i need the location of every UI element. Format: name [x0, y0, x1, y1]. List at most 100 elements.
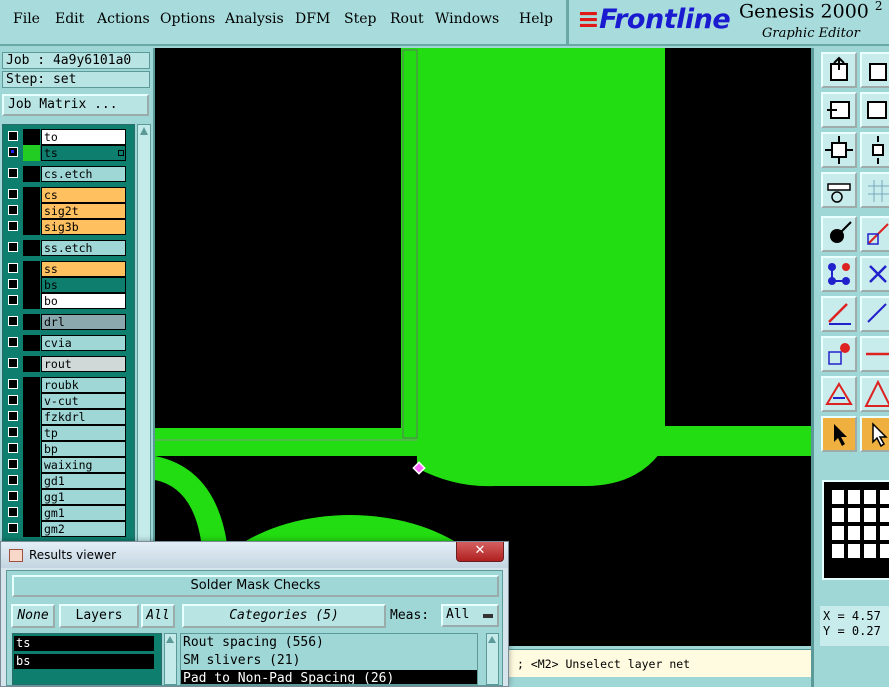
layer-checkbox[interactable] — [8, 337, 18, 347]
layer-name[interactable]: sig2t — [41, 203, 126, 219]
all-button[interactable]: All — [141, 604, 175, 628]
layer-row-gd1[interactable]: gd1 — [5, 473, 126, 489]
layer-name[interactable]: waixing — [41, 457, 126, 473]
layer-name[interactable]: sig3b — [41, 219, 126, 235]
layer-name[interactable]: bs — [41, 277, 126, 293]
layer-row-sig3b[interactable]: sig3b — [5, 219, 126, 235]
layer-color-swatch[interactable] — [23, 356, 40, 372]
layer-color-swatch[interactable] — [23, 203, 40, 219]
net-button[interactable] — [821, 256, 857, 292]
layer-list-scrollbar[interactable] — [137, 124, 151, 594]
layer-checkbox[interactable] — [8, 242, 18, 252]
results-layer-item[interactable]: ts — [14, 636, 154, 651]
layer-color-swatch[interactable] — [23, 457, 40, 473]
layer-row-gm1[interactable]: gm1 — [5, 505, 126, 521]
layer-color-swatch[interactable] — [23, 219, 40, 235]
layer-checkbox[interactable] — [8, 131, 18, 141]
menu-rout[interactable]: Rout — [390, 11, 424, 27]
results-layer-item[interactable]: bs — [14, 654, 154, 669]
results-category-item[interactable]: Pad to Non-Pad Spacing (26) — [181, 670, 477, 684]
layer-name[interactable]: cs.etch — [41, 166, 126, 182]
layer-name[interactable]: gm2 — [41, 521, 126, 537]
line-2-button[interactable] — [860, 296, 889, 332]
triangle-button[interactable] — [821, 376, 857, 412]
layer-color-swatch[interactable] — [23, 129, 40, 145]
layer-checkbox[interactable] — [8, 507, 18, 517]
layer-name[interactable]: cvia — [41, 335, 126, 351]
scroll-up-icon[interactable] — [166, 636, 174, 643]
nudge-left-button[interactable] — [821, 92, 857, 128]
layer-color-swatch[interactable] — [23, 293, 40, 309]
layer-row-fzkdrl[interactable]: fzkdrl — [5, 409, 126, 425]
layer-checkbox[interactable] — [8, 427, 18, 437]
categories-button[interactable]: Categories (5) — [182, 604, 386, 628]
results-layer-scrollbar[interactable] — [164, 633, 177, 685]
layer-row-v-cut[interactable]: v-cut — [5, 393, 126, 409]
layer-name[interactable]: roubk — [41, 377, 126, 393]
layer-name[interactable]: fzkdrl — [41, 409, 126, 425]
layer-name[interactable]: gm1 — [41, 505, 126, 521]
layer-checkbox[interactable] — [8, 205, 18, 215]
layer-row-cs.etch[interactable]: cs.etch — [5, 166, 126, 182]
layer-name[interactable]: gd1 — [41, 473, 126, 489]
layer-checkbox[interactable] — [8, 295, 18, 305]
layer-color-swatch[interactable] — [23, 409, 40, 425]
layer-color-swatch[interactable] — [23, 187, 40, 203]
layer-name[interactable]: ss.etch — [41, 240, 126, 256]
layer-color-swatch[interactable] — [23, 166, 40, 182]
layer-checkbox[interactable] — [8, 379, 18, 389]
layer-checkbox[interactable] — [8, 411, 18, 421]
layer-row-gm2[interactable]: gm2 — [5, 521, 126, 537]
layer-checkbox[interactable] — [8, 316, 18, 326]
close-button[interactable]: ✕ — [456, 542, 504, 562]
layer-row-rout[interactable]: rout — [5, 356, 126, 372]
layer-row-roubk[interactable]: roubk — [5, 377, 126, 393]
layer-row-to[interactable]: to — [5, 129, 126, 145]
layer-row-bo[interactable]: bo — [5, 293, 126, 309]
layer-color-swatch[interactable] — [23, 425, 40, 441]
layer-checkbox[interactable] — [8, 523, 18, 533]
layer-name[interactable]: ts — [41, 145, 126, 161]
layer-color-swatch[interactable] — [23, 521, 40, 537]
layer-checkbox[interactable] — [8, 147, 18, 157]
meas-select[interactable]: All — [441, 604, 499, 627]
layer-row-sig2t[interactable]: sig2t — [5, 203, 126, 219]
layer-row-tp[interactable]: tp — [5, 425, 126, 441]
trace-button[interactable] — [860, 336, 889, 372]
layer-color-swatch[interactable] — [23, 240, 40, 256]
zoom-fit-button[interactable] — [821, 132, 857, 168]
layer-name[interactable]: cs — [41, 187, 126, 203]
line-button[interactable] — [821, 296, 857, 332]
layer-name[interactable]: rout — [41, 356, 126, 372]
layer-color-swatch[interactable] — [23, 441, 40, 457]
layer-color-swatch[interactable] — [23, 393, 40, 409]
feature-button[interactable] — [821, 336, 857, 372]
pointer-2-button[interactable] — [860, 416, 889, 452]
measure-button[interactable] — [821, 172, 857, 208]
layer-row-cvia[interactable]: cvia — [5, 335, 126, 351]
layer-color-swatch[interactable] — [23, 473, 40, 489]
zoom-out-button[interactable] — [860, 132, 889, 168]
layer-checkbox[interactable] — [8, 491, 18, 501]
layer-row-waixing[interactable]: waixing — [5, 457, 126, 473]
layer-name[interactable]: bp — [41, 441, 126, 457]
none-button[interactable]: None — [11, 604, 55, 628]
job-matrix-button[interactable]: Job Matrix ... — [2, 94, 149, 116]
layer-row-bp[interactable]: bp — [5, 441, 126, 457]
layer-row-ts[interactable]: ts — [5, 145, 126, 161]
layer-row-ss[interactable]: ss — [5, 261, 126, 277]
menu-dfm[interactable]: DFM — [295, 11, 330, 27]
results-category-item[interactable]: SM slivers (21) — [181, 652, 477, 669]
layer-checkbox[interactable] — [8, 475, 18, 485]
layer-checkbox[interactable] — [8, 459, 18, 469]
layer-color-swatch[interactable] — [23, 489, 40, 505]
layer-checkbox[interactable] — [8, 279, 18, 289]
layer-name[interactable]: gg1 — [41, 489, 126, 505]
delete-net-button[interactable] — [860, 256, 889, 292]
menu-windows[interactable]: Windows — [435, 11, 499, 27]
pointer-button[interactable] — [821, 416, 857, 452]
layer-color-swatch[interactable] — [23, 377, 40, 393]
results-viewer-window[interactable]: Results viewer ✕ Solder Mask Checks None… — [0, 541, 509, 687]
layer-row-cs[interactable]: cs — [5, 187, 126, 203]
grid-button[interactable] — [860, 172, 889, 208]
